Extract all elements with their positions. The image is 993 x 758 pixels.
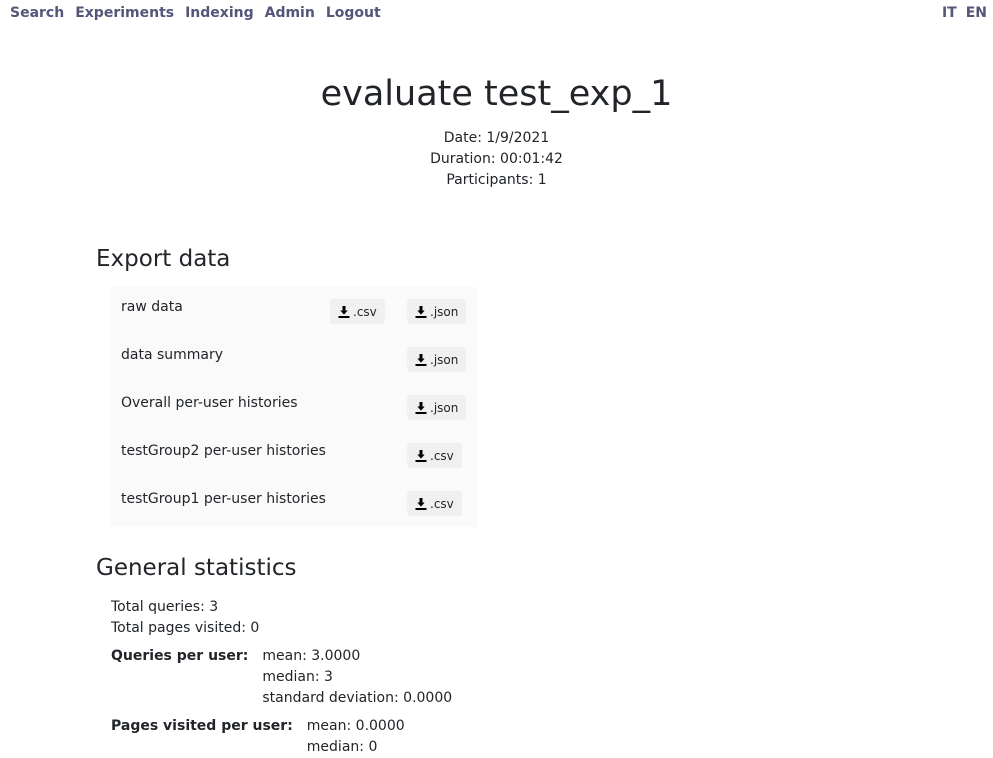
download-summary-json-button[interactable]: .json (407, 347, 467, 372)
export-row-raw-data: raw data .csv .json (111, 287, 477, 335)
download-icon (338, 305, 350, 318)
download-icon (415, 353, 427, 366)
download-icon (415, 497, 427, 510)
button-label: .csv (353, 304, 377, 319)
lang-en-link[interactable]: EN (966, 5, 987, 21)
export-list: raw data .csv .json data summary .json O… (111, 287, 477, 527)
queries-per-user-label: Queries per user: (111, 648, 249, 664)
total-queries: Total queries: 3 (111, 599, 219, 615)
download-testgroup2-csv-button[interactable]: .csv (407, 443, 462, 468)
export-label: Overall per-user histories (121, 395, 298, 411)
export-label: testGroup2 per-user histories (121, 443, 326, 459)
nav-experiments-link[interactable]: Experiments (75, 5, 174, 21)
experiment-participants: Participants: 1 (446, 172, 547, 188)
experiment-duration: Duration: 00:01:42 (430, 151, 563, 167)
queries-per-user-block: Queries per user: mean: 3.0000 median: 3… (111, 646, 452, 709)
export-row-testgroup1-histories: testGroup1 per-user histories .csv (111, 479, 477, 527)
download-icon (415, 305, 427, 318)
button-label: .json (430, 304, 459, 319)
statistics-heading: General statistics (96, 555, 297, 581)
button-label: .csv (430, 496, 454, 511)
language-switcher: IT EN (933, 5, 987, 21)
button-label: .json (430, 352, 459, 367)
queries-sd: standard deviation: 0.0000 (262, 690, 453, 706)
experiment-meta: Date: 1/9/2021 Duration: 00:01:42 Partic… (0, 128, 993, 191)
page-title: evaluate test_exp_1 (320, 74, 673, 114)
button-label: .json (430, 400, 459, 415)
top-navigation: Search Experiments Indexing Admin Logout… (0, 0, 993, 28)
export-row-overall-histories: Overall per-user histories .json (111, 383, 477, 431)
export-label: raw data (121, 299, 183, 315)
pages-per-user-block: Pages visited per user: mean: 0.0000 med… (111, 716, 452, 758)
pages-median: median: 0 (306, 739, 378, 755)
nav-logout-link[interactable]: Logout (326, 5, 381, 21)
pages-mean: mean: 0.0000 (306, 718, 405, 734)
export-heading: Export data (96, 246, 231, 272)
total-pages-visited: Total pages visited: 0 (111, 620, 260, 636)
experiment-date: Date: 1/9/2021 (443, 130, 550, 146)
queries-mean: mean: 3.0000 (262, 648, 361, 664)
nav-admin-link[interactable]: Admin (265, 5, 315, 21)
export-row-testgroup2-histories: testGroup2 per-user histories .csv (111, 431, 477, 479)
lang-it-link[interactable]: IT (942, 5, 957, 21)
pages-per-user-label: Pages visited per user: (111, 718, 293, 734)
export-row-data-summary: data summary .json (111, 335, 477, 383)
queries-median: median: 3 (262, 669, 333, 685)
button-label: .csv (430, 448, 454, 463)
general-statistics: Total queries: 3 Total pages visited: 0 … (111, 597, 452, 758)
download-raw-csv-button[interactable]: .csv (330, 299, 385, 324)
nav-left-links: Search Experiments Indexing Admin Logout (10, 5, 392, 21)
download-testgroup1-csv-button[interactable]: .csv (407, 491, 462, 516)
download-icon (415, 449, 427, 462)
nav-search-link[interactable]: Search (10, 5, 64, 21)
download-overall-histories-json-button[interactable]: .json (407, 395, 467, 420)
pages-per-user-values: mean: 0.0000 median: 0 (307, 716, 405, 758)
export-label: testGroup1 per-user histories (121, 491, 326, 507)
export-label: data summary (121, 347, 224, 363)
download-raw-json-button[interactable]: .json (407, 299, 467, 324)
nav-indexing-link[interactable]: Indexing (185, 5, 254, 21)
download-icon (415, 401, 427, 414)
queries-per-user-values: mean: 3.0000 median: 3 standard deviatio… (262, 646, 452, 709)
